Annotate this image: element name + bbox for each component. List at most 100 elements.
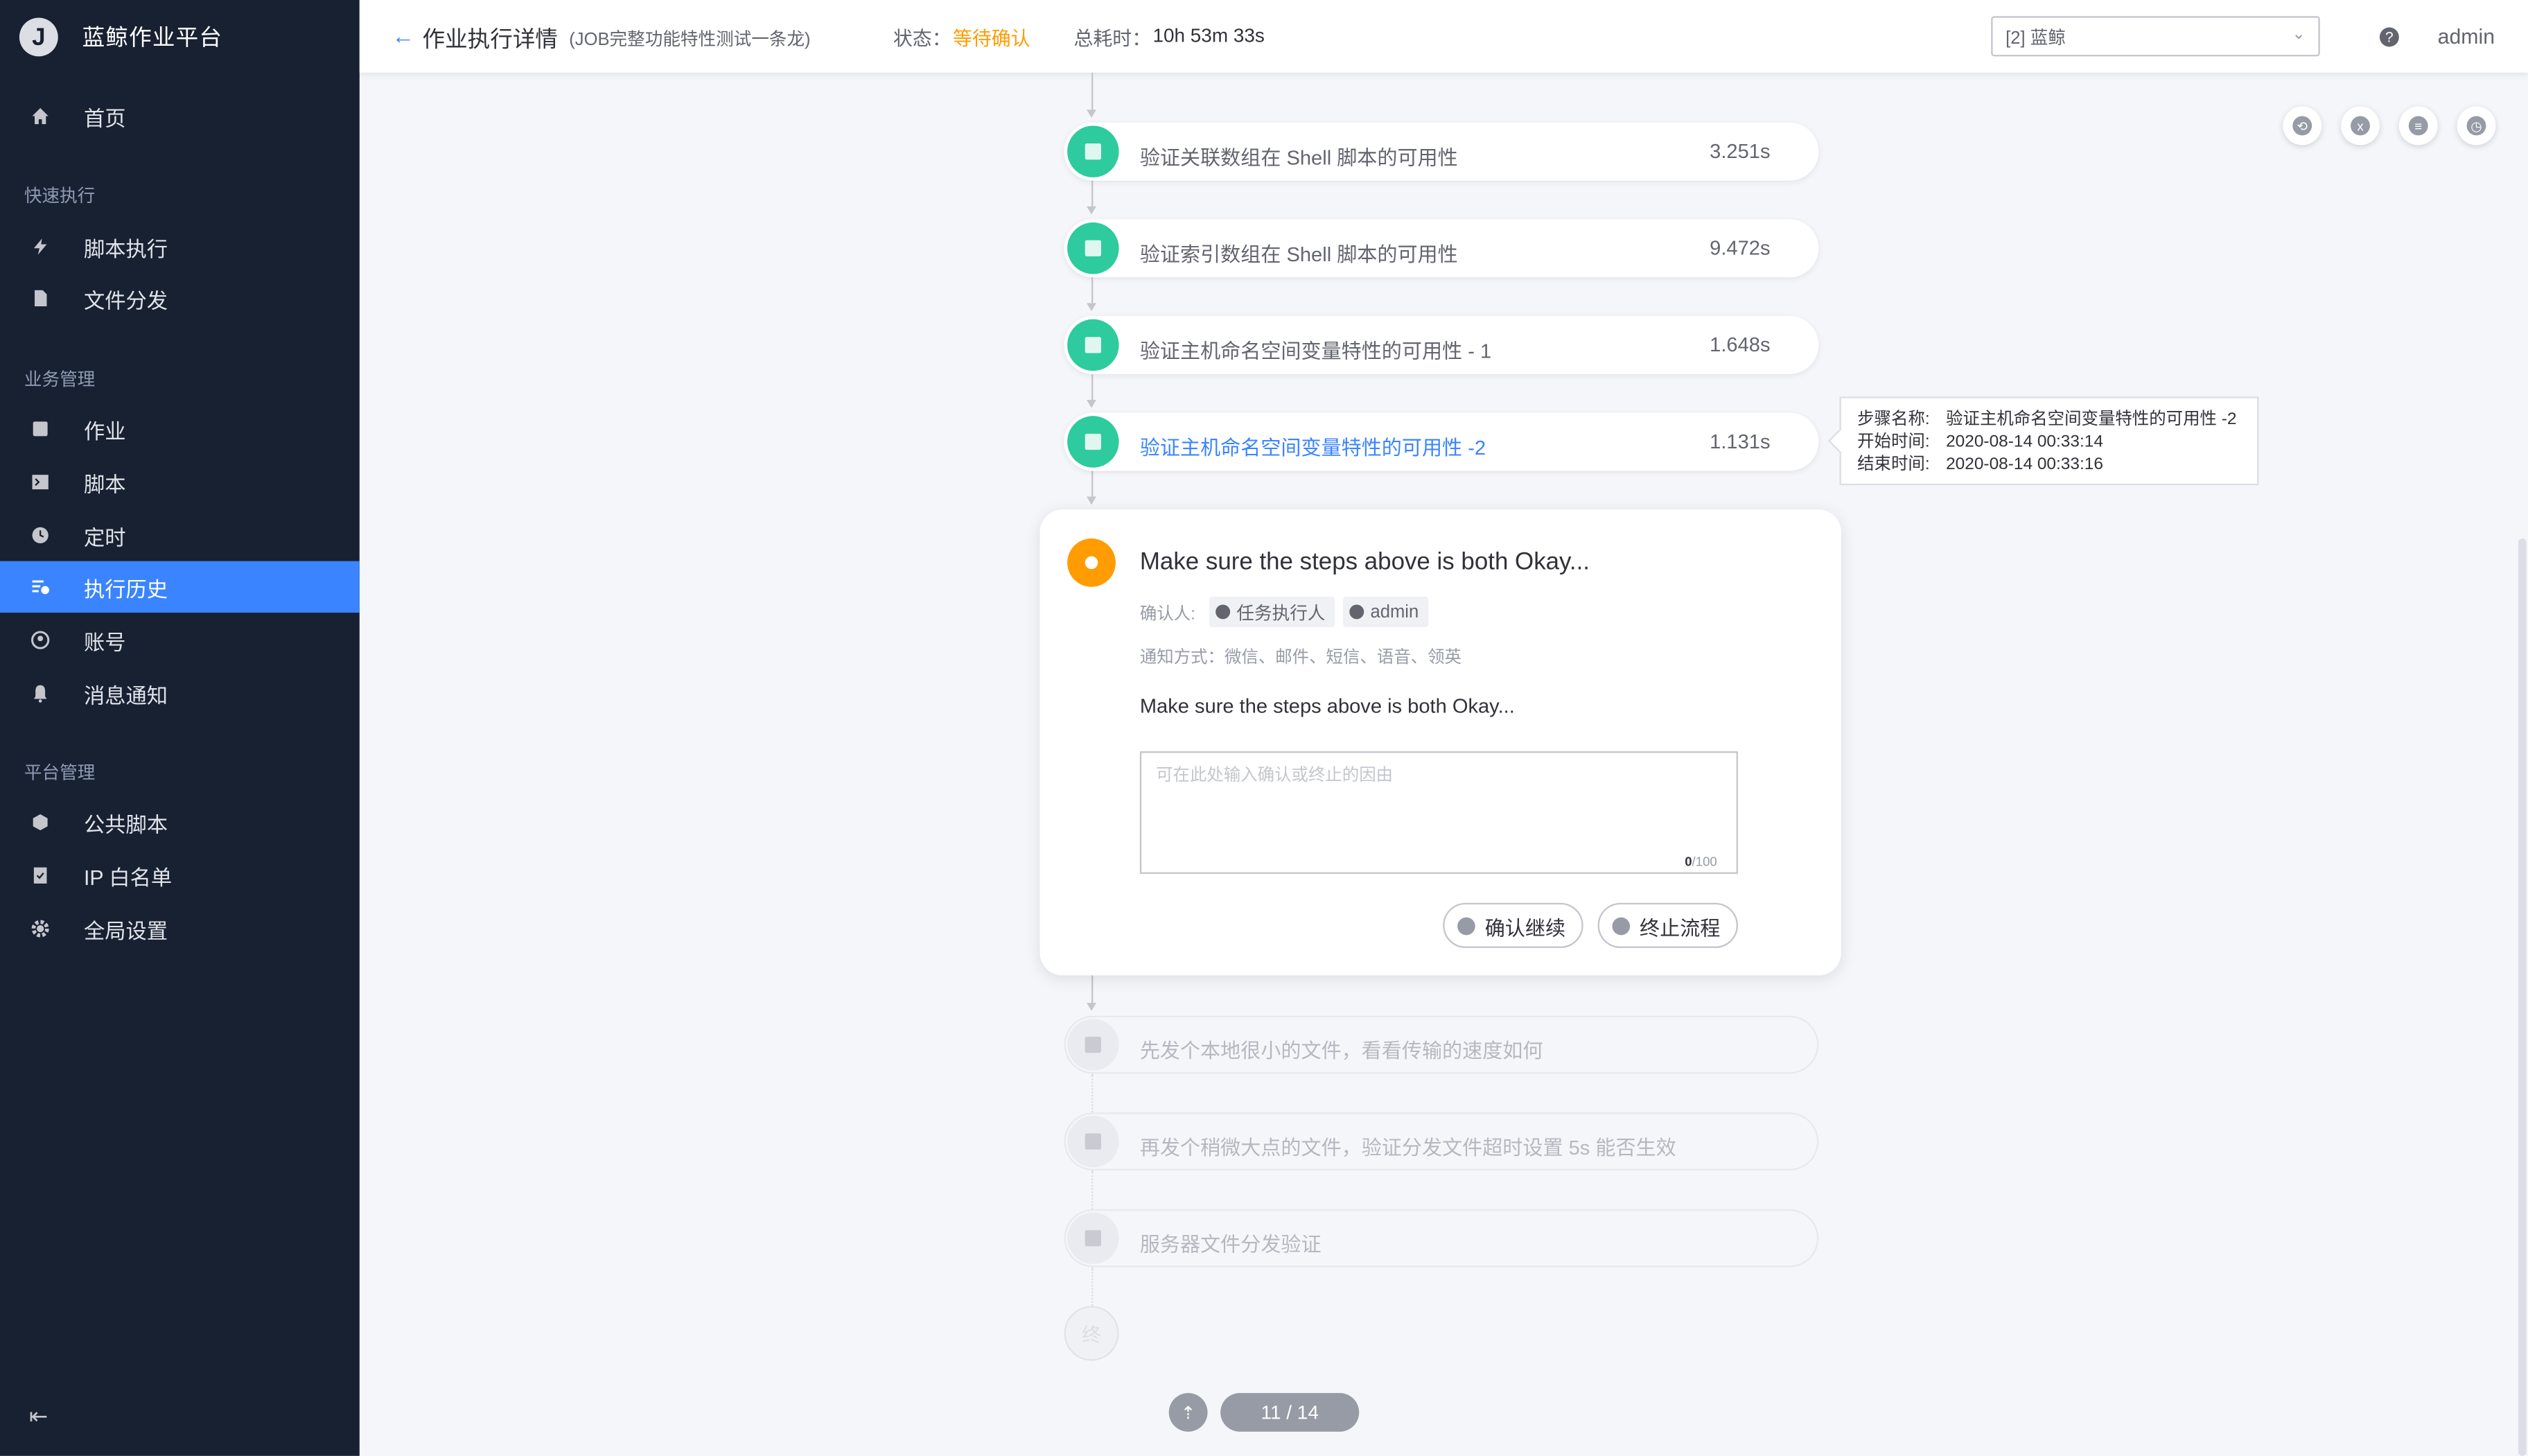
nav-group-title-quick: 快速执行 bbox=[24, 186, 96, 207]
toolbar-refresh-button[interactable]: ⟲ bbox=[2283, 106, 2322, 146]
timeline-arrow bbox=[1087, 206, 1097, 215]
file-step-icon bbox=[1067, 1115, 1119, 1168]
sidebar-item-label: 脚本 bbox=[83, 471, 126, 496]
sidebar-item-label: 全局设置 bbox=[83, 918, 168, 942]
timeline-connector bbox=[1091, 1073, 1094, 1113]
step-duration: 9.472s bbox=[1710, 236, 1771, 260]
sidebar-item-file-dist[interactable]: 文件分发 bbox=[0, 272, 360, 324]
brand[interactable]: J 蓝鲸作业平台 bbox=[19, 16, 222, 58]
tooltip-end-label: 结束时间: bbox=[1857, 455, 1930, 474]
step-item[interactable]: 验证主机命名空间变量特性的可用性 - 1 1.648s bbox=[1064, 315, 1819, 374]
step-duration: 1.131s bbox=[1710, 430, 1771, 453]
job-icon bbox=[29, 418, 52, 441]
sidebar-item-history[interactable]: 执行历史 bbox=[0, 561, 360, 613]
sidebar-item-settings[interactable]: 全局设置 bbox=[0, 903, 360, 954]
total-time-label: 总耗时： bbox=[1073, 27, 1152, 51]
abort-flow-button[interactable]: 终止流程 bbox=[1597, 902, 1739, 948]
total-time-value: 10h 53m 33s bbox=[1152, 24, 1265, 47]
step-name: 验证主机命名空间变量特性的可用性 -2 bbox=[1139, 437, 1486, 460]
sidebar-item-label: 作业 bbox=[83, 418, 126, 443]
timeline-connector bbox=[1091, 1267, 1094, 1306]
sidebar: J 蓝鲸作业平台 首页 快速执行 脚本执行 文件分发 业务管理 作业 脚本 定时 bbox=[0, 0, 360, 1456]
script-step-icon bbox=[1067, 222, 1119, 274]
toolbar-operation-button[interactable]: ≡ bbox=[2398, 106, 2438, 146]
business-select-value: [2] 蓝鲸 bbox=[2005, 28, 2066, 48]
chevron-down-icon: ⌄ bbox=[2292, 26, 2306, 44]
step-duration: 1.648s bbox=[1710, 333, 1771, 357]
pending-step-item[interactable]: 先发个本地很小的文件，看看传输的速度如何 bbox=[1064, 1015, 1819, 1074]
sidebar-item-home[interactable]: 首页 bbox=[0, 90, 360, 141]
header: ← 作业执行详情 (JOB完整功能特性测试一条龙) 状态： 等待确认 总耗时： … bbox=[359, 0, 2528, 73]
user-icon bbox=[1349, 604, 1364, 620]
user-circle-icon bbox=[29, 629, 52, 651]
sidebar-item-whitelist[interactable]: IP 白名单 bbox=[0, 850, 360, 901]
confirm-title: Make sure the steps above is both Okay..… bbox=[1139, 548, 1590, 576]
collapse-sidebar-icon[interactable]: ⇤ bbox=[29, 1403, 48, 1430]
history-icon bbox=[29, 576, 52, 599]
step-name: 验证索引数组在 Shell 脚本的可用性 bbox=[1139, 243, 1458, 266]
notify-methods: 通知方式：微信、邮件、短信、语音、领英 bbox=[1139, 648, 1462, 668]
step-name: 先发个本地很小的文件，看看传输的速度如何 bbox=[1139, 1040, 1543, 1063]
confirmer-label: 确认人: bbox=[1139, 604, 1195, 624]
pending-step-item[interactable]: 服务器文件分发验证 bbox=[1064, 1209, 1819, 1268]
page-subtitle: (JOB完整功能特性测试一条龙) bbox=[569, 30, 811, 51]
confirm-continue-button[interactable]: 确认继续 bbox=[1443, 902, 1583, 948]
refresh-icon: ⟲ bbox=[2292, 116, 2312, 136]
back-arrow-icon[interactable]: ← bbox=[392, 23, 414, 49]
timeline-arrow bbox=[1087, 496, 1097, 505]
step-name: 服务器文件分发验证 bbox=[1139, 1233, 1322, 1256]
step-item[interactable]: 验证索引数组在 Shell 脚本的可用性 9.472s bbox=[1064, 219, 1819, 278]
clock-icon bbox=[29, 524, 52, 547]
operation-icon: ≡ bbox=[2408, 116, 2428, 136]
confirmer-tag: 任务执行人 bbox=[1209, 596, 1335, 628]
confirm-step-card: Make sure the steps above is both Okay..… bbox=[1039, 509, 1841, 976]
timeline-connector bbox=[1091, 277, 1094, 305]
page-title: 作业执行详情 bbox=[422, 26, 558, 52]
toolbar-variable-button[interactable]: x bbox=[2341, 106, 2380, 146]
lightning-icon bbox=[29, 236, 52, 258]
check-circle-icon bbox=[1457, 916, 1475, 935]
confirmer-tag: admin bbox=[1342, 596, 1429, 628]
sidebar-item-script[interactable]: 脚本 bbox=[0, 456, 360, 507]
sidebar-item-cron[interactable]: 定时 bbox=[0, 509, 360, 561]
timeline-connector bbox=[1091, 471, 1094, 498]
step-item-highlighted[interactable]: 验证主机命名空间变量特性的可用性 -2 1.131s bbox=[1064, 412, 1819, 471]
timeline-connector bbox=[1091, 72, 1094, 112]
forbid-icon bbox=[1612, 916, 1631, 935]
file-step-icon bbox=[1067, 1212, 1119, 1264]
tooltip-start-label: 开始时间: bbox=[1857, 432, 1930, 452]
sidebar-item-public-script[interactable]: 公共脚本 bbox=[0, 796, 360, 848]
reason-textarea[interactable] bbox=[1139, 751, 1738, 874]
checklist-icon bbox=[29, 864, 52, 887]
business-select[interactable]: [2] 蓝鲸 ⌄ bbox=[1991, 16, 2320, 57]
confirm-description: Make sure the steps above is both Okay..… bbox=[1139, 694, 1515, 718]
cube-icon bbox=[29, 811, 52, 834]
script-step-icon bbox=[1067, 416, 1119, 468]
sidebar-item-script-exec[interactable]: 脚本执行 bbox=[0, 221, 360, 272]
sidebar-item-label: 定时 bbox=[83, 525, 126, 550]
step-pager[interactable]: 11 / 14 bbox=[1220, 1393, 1360, 1432]
bell-icon bbox=[29, 682, 52, 705]
tooltip-name-label: 步骤名称: bbox=[1857, 409, 1930, 429]
gear-icon bbox=[29, 918, 52, 940]
user-menu[interactable]: admin bbox=[2438, 24, 2495, 49]
sidebar-item-notify[interactable]: 消息通知 bbox=[0, 667, 360, 719]
timeline-connector bbox=[1091, 975, 1094, 1005]
approval-user-icon bbox=[1067, 538, 1116, 587]
timeline-connector bbox=[1091, 374, 1094, 402]
back-to-top-icon[interactable]: ⇡ bbox=[1168, 1393, 1208, 1432]
sidebar-item-label: 文件分发 bbox=[83, 288, 168, 313]
pending-step-item[interactable]: 再发个稍微大点的文件，验证分发文件超时设置 5s 能否生效 bbox=[1064, 1112, 1819, 1171]
timeline-connector bbox=[1091, 180, 1094, 209]
timeline-arrow bbox=[1087, 1003, 1097, 1011]
sidebar-item-account[interactable]: 账号 bbox=[0, 614, 360, 665]
file-icon bbox=[29, 287, 52, 310]
app-name: 蓝鲸作业平台 bbox=[82, 24, 223, 51]
scrollbar-thumb[interactable] bbox=[2518, 538, 2527, 1456]
tooltip-end-value: 2020-08-14 00:33:16 bbox=[1946, 455, 2103, 474]
step-item[interactable]: 验证关联数组在 Shell 脚本的可用性 3.251s bbox=[1064, 122, 1819, 181]
sidebar-item-job[interactable]: 作业 bbox=[0, 403, 360, 455]
help-icon[interactable]: ? bbox=[2379, 27, 2399, 47]
home-icon bbox=[29, 105, 52, 128]
toolbar-history-button[interactable]: ◷ bbox=[2457, 106, 2496, 146]
